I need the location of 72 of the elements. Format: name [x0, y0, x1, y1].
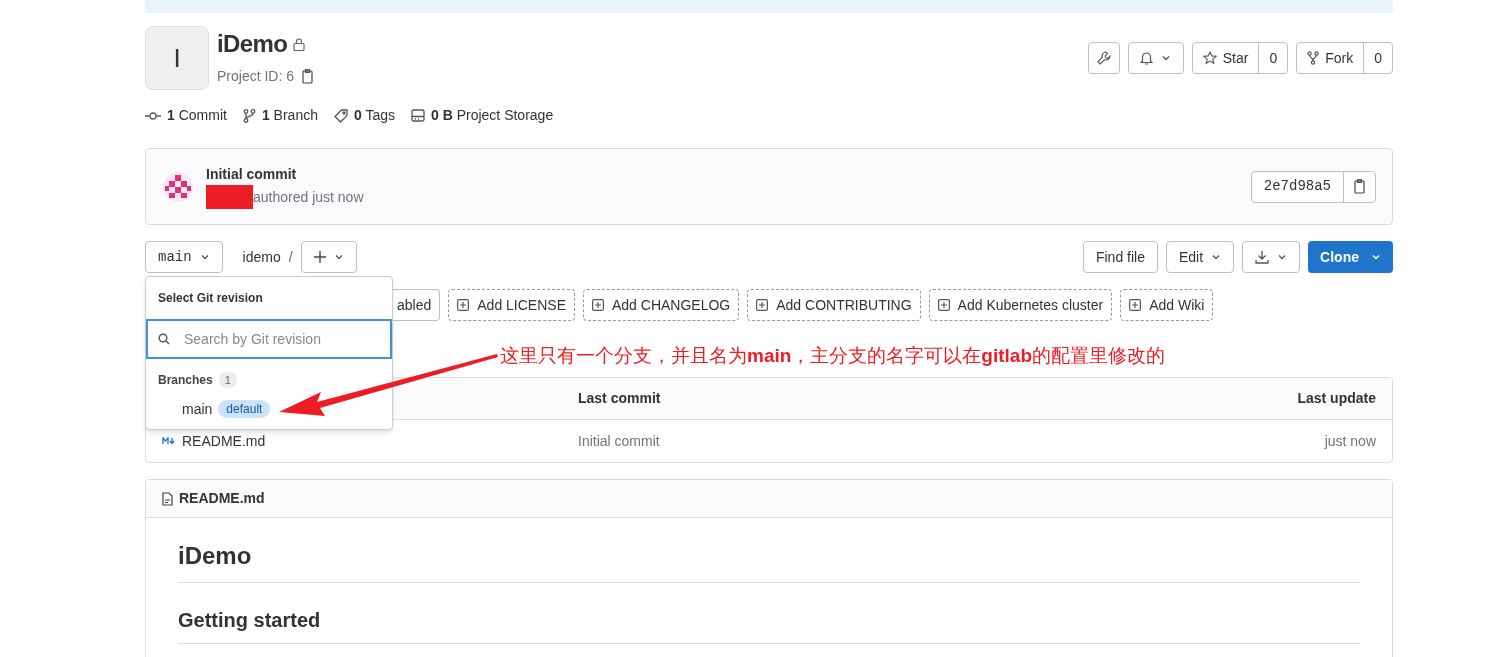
- commit-icon: [145, 110, 161, 121]
- chevron-icon: [333, 252, 344, 262]
- count-badge: 1: [218, 371, 237, 389]
- stat-link[interactable]: 1 Commit: [167, 105, 227, 126]
- add-menu-button[interactable]: [300, 241, 357, 273]
- suggestion-button[interactable]: Add CONTRIBUTING: [747, 289, 921, 321]
- default-badge: default: [218, 400, 271, 418]
- suggestion-button[interactable]: Add LICENSE: [448, 289, 575, 321]
- commit-meta: authored just now: [253, 187, 364, 207]
- annotation-text: 这里只有一个分支，并且名为main，主分支的名字可以在gitlab的配置里修改的: [500, 344, 1166, 368]
- markdown-icon: [162, 437, 176, 445]
- repo-path-link[interactable]: idemo: [242, 246, 281, 268]
- plus-square-icon: [1129, 299, 1142, 311]
- file-icon: [162, 491, 173, 506]
- find-file-button[interactable]: Find file: [1082, 241, 1158, 273]
- plus-icon: [313, 251, 326, 263]
- notification-button[interactable]: [1127, 42, 1184, 74]
- edit-button[interactable]: Edit: [1166, 241, 1235, 273]
- suggestion-button[interactable]: Add CHANGELOG: [583, 289, 740, 321]
- clone-button[interactable]: Clone: [1308, 241, 1393, 273]
- path-separator: /: [288, 247, 293, 267]
- readme-heading: Getting started: [178, 609, 321, 631]
- dropdown-title: Select Git revision: [158, 290, 263, 307]
- fork-icon: [1307, 51, 1320, 65]
- column-header: Last update: [1297, 389, 1376, 408]
- suggestion-button[interactable]: Add Kubernetes cluster: [928, 289, 1113, 321]
- suggestion-button[interactable]: Add Wiki: [1120, 289, 1214, 321]
- project-avatar: I: [145, 26, 209, 90]
- stat-link[interactable]: 0 Tags: [353, 105, 395, 126]
- commit-message-cell-text: Initial commit: [578, 431, 661, 451]
- branch-selector[interactable]: main: [145, 241, 223, 273]
- plus-square-icon: [937, 299, 950, 311]
- fork-button[interactable]: Fork: [1297, 43, 1364, 73]
- readme-filename: README.md: [179, 489, 265, 508]
- settings-button[interactable]: [1087, 42, 1120, 74]
- readme-heading: iDemo: [178, 542, 252, 569]
- chevron-icon: [1277, 252, 1288, 262]
- plus-square-icon: [756, 299, 769, 311]
- branch-item[interactable]: main default: [146, 397, 392, 421]
- star-count[interactable]: 0: [1258, 43, 1288, 73]
- star-button[interactable]: Star: [1192, 43, 1259, 73]
- download-icon: [1255, 250, 1270, 264]
- identicon-avatar: [162, 170, 194, 203]
- section-label: Branches: [158, 372, 213, 389]
- stat-link[interactable]: 1 Branch: [261, 105, 318, 126]
- chevron-icon: [1211, 252, 1222, 262]
- download-button[interactable]: [1242, 241, 1301, 273]
- plus-square-icon: [457, 299, 470, 311]
- commit-sha[interactable]: 2e7d98a5: [1251, 171, 1343, 202]
- clipboard-icon: [1353, 179, 1366, 194]
- stat-link[interactable]: 0 B Project Storage: [431, 105, 554, 126]
- chevron-icon: [1371, 252, 1381, 262]
- search-icon: [158, 333, 170, 345]
- commit-title[interactable]: Initial commit: [206, 164, 364, 185]
- redaction-mark: [206, 185, 253, 209]
- revision-search-field[interactable]: Search by Git revision: [146, 319, 392, 359]
- chevron-icon: [199, 252, 210, 262]
- star-icon: [1202, 51, 1217, 65]
- bell-icon: [1140, 51, 1154, 65]
- file-name-link[interactable]: README.md: [182, 430, 266, 452]
- chevron-icon: [1161, 53, 1172, 63]
- storage-icon: [411, 109, 425, 122]
- wrench-icon: [1096, 51, 1111, 65]
- project-title: iDemo: [217, 29, 288, 59]
- last-update-cell-text: just now: [1324, 431, 1376, 451]
- project-id: Project ID: 6: [217, 67, 295, 86]
- clipboard-icon[interactable]: [302, 69, 315, 84]
- tag-icon: [333, 108, 348, 123]
- column-header: Last commit: [578, 389, 662, 408]
- plus-square-icon: [592, 299, 604, 311]
- fork-count[interactable]: 0: [1363, 43, 1392, 73]
- branch-icon: [242, 108, 256, 123]
